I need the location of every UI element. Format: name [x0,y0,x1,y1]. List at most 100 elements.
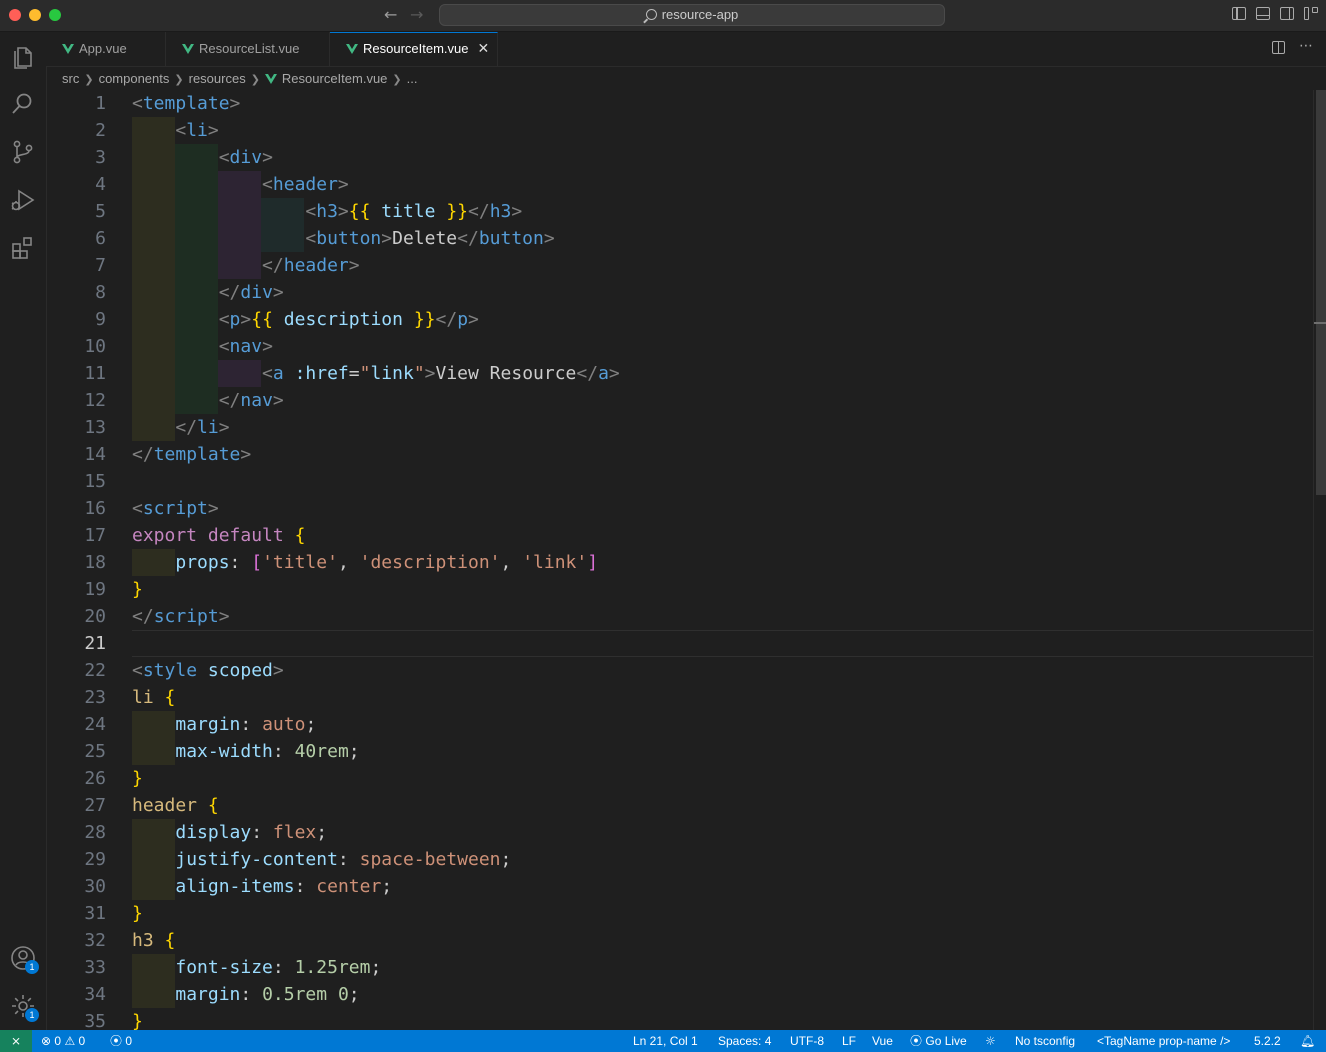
breadcrumb-file[interactable]: ResourceItem.vue [282,71,388,86]
explorer-icon[interactable] [9,42,37,70]
encoding-setting[interactable]: UTF-8 [790,1030,824,1052]
maximize-window-button[interactable] [49,9,61,21]
vue-file-icon [346,44,358,54]
scrollbar-thumb[interactable] [1316,90,1326,495]
code-line: h3 { [132,930,176,951]
eol-setting[interactable]: LF [842,1030,856,1052]
cursor-position[interactable]: Ln 21, Col 1 [633,1030,698,1052]
code-line: </template> [132,444,252,465]
breadcrumb-item[interactable]: resources [189,71,246,86]
error-icon: ⊗ [41,1034,52,1048]
minimize-window-button[interactable] [29,9,41,21]
line-number: 15 [84,471,106,492]
remote-indicator[interactable]: ⨯ [0,1030,32,1052]
manage-gear-icon[interactable]: 1 [9,992,39,1022]
accounts-icon[interactable]: 1 [9,944,39,974]
more-actions-icon[interactable]: ⋯ [1299,39,1314,54]
go-live-button[interactable]: ⦿ Go Live [910,1030,967,1052]
search-icon[interactable] [9,90,37,118]
code-line: font-size: 1.25rem; [175,957,382,978]
language-mode[interactable]: Vue [872,1030,893,1052]
code-line: </li> [175,417,230,438]
feedback-icon[interactable]: ☼ [985,1030,996,1052]
vertical-scrollbar[interactable] [1313,90,1326,1030]
forward-arrow-icon[interactable]: → [410,5,423,24]
title-bar: ← → resource-app [0,0,1326,32]
activity-bar: 1 1 [0,32,47,1030]
code-line: <div> [218,147,273,168]
chevron-right-icon: ❯ [174,73,184,86]
broadcast-icon: ⦿ [110,1034,123,1048]
tab-label: ResourceList.vue [199,41,300,56]
source-control-icon[interactable] [9,138,37,166]
editor-tab-bar: App.vue ResourceList.vue ResourceItem.vu… [46,32,1326,67]
command-center[interactable]: resource-app [439,4,945,26]
problems-indicator[interactable]: ⊗ 0 ⚠ 0 [41,1030,85,1052]
scrollbar-cursor-marker [1314,322,1326,324]
line-number: 21 [84,633,106,654]
indentation-setting[interactable]: Spaces: 4 [718,1030,771,1052]
code-line: export default { [132,525,306,546]
code-line: max-width: 40rem; [175,741,360,762]
code-line: } [132,579,143,600]
notifications-bell-icon[interactable]: 🔔︎ [1300,1030,1315,1052]
window-title: resource-app [661,7,739,22]
code-line: align-items: center; [175,876,393,897]
code-line: <button>Delete</button> [305,228,555,249]
toggle-secondary-sidebar-icon[interactable] [1280,7,1294,20]
accounts-badge: 1 [25,960,39,974]
tsconfig-status[interactable]: No tsconfig [1015,1030,1075,1052]
chevron-right-icon: ❯ [84,73,94,86]
code-line: <nav> [218,336,273,357]
tab-app-vue[interactable]: App.vue [46,32,166,66]
layout-controls [1232,7,1318,20]
status-bar: ⨯ ⊗ 0 ⚠ 0 ⦿ 0 Ln 21, Col 1 Spaces: 4 UTF… [0,1030,1326,1052]
code-line: </header> [262,255,360,276]
code-line: display: flex; [175,822,328,843]
chevron-right-icon: ❯ [392,73,402,86]
toggle-primary-sidebar-icon[interactable] [1232,7,1246,20]
code-line: justify-content: space-between; [175,849,512,870]
code-line: <style scoped> [132,660,284,681]
code-line: <header> [262,174,349,195]
code-line: <li> [175,120,219,141]
back-arrow-icon[interactable]: ← [384,5,397,24]
code-line: } [132,1011,143,1030]
tagname-setting[interactable]: <TagName prop-name /> [1097,1030,1230,1052]
code-line: </nav> [218,390,284,411]
typescript-version[interactable]: 5.2.2 [1254,1030,1281,1052]
tab-label: ResourceItem.vue [363,41,469,56]
close-icon[interactable]: ✕ [478,33,490,65]
code-line: <p>{{ description }}</p> [218,309,479,330]
code-line: </div> [218,282,284,303]
code-line: margin: 0.5rem 0; [175,984,360,1005]
ports-indicator[interactable]: ⦿ 0 [110,1030,132,1052]
code-line: } [132,768,143,789]
tab-resourcelist-vue[interactable]: ResourceList.vue [166,32,330,66]
breadcrumb: src ❯ components ❯ resources ❯ ResourceItem.vu… [62,68,417,90]
code-editor[interactable]: 1 2 3 4 5 6 7 8 9 10 11 12 13 14 15 16 17 18 19 20 21 22 23 24 2… [46,90,1314,1030]
breadcrumb-item[interactable]: src [62,71,79,86]
toggle-panel-icon[interactable] [1256,7,1270,20]
code-line: <template> [132,93,241,114]
editor-actions: ⋯ [1272,39,1314,54]
code-line: <a :href="link">View Resource</a> [262,363,620,384]
tab-label: App.vue [79,41,127,56]
split-editor-icon[interactable] [1272,41,1285,54]
code-line: <h3>{{ title }}</h3> [305,201,523,222]
breadcrumb-symbol[interactable]: ... [407,71,418,86]
code-line: } [132,903,143,924]
code-line: <script> [132,498,219,519]
vue-file-icon [264,74,277,84]
settings-badge: 1 [25,1008,39,1022]
tab-resourceitem-vue[interactable]: ResourceItem.vue ✕ [330,32,498,66]
close-window-button[interactable] [9,9,21,21]
vue-file-icon [62,44,74,54]
customize-layout-icon[interactable] [1304,7,1318,20]
search-icon [645,9,657,20]
run-debug-icon[interactable] [9,186,37,214]
vue-file-icon [182,44,194,54]
broadcast-icon: ⦿ [910,1034,923,1048]
extensions-icon[interactable] [9,234,37,262]
breadcrumb-item[interactable]: components [99,71,170,86]
